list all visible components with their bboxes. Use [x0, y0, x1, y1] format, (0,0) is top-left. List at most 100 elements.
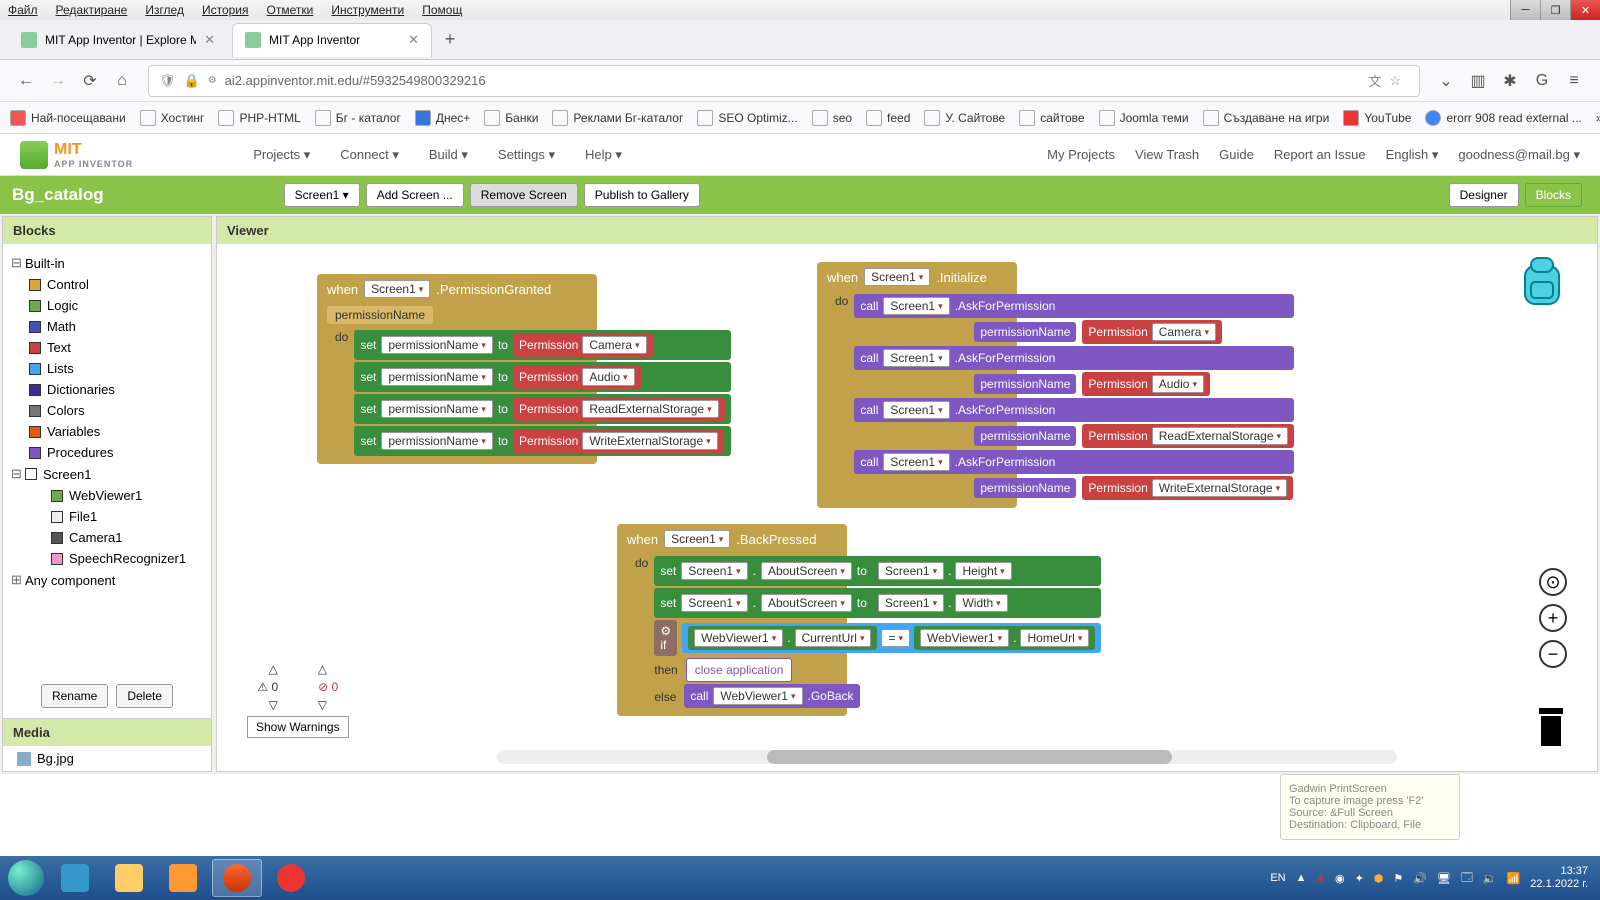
tree-anycomponent[interactable]: ⊞Any component: [11, 569, 203, 591]
kw-if[interactable]: ⚙ if: [654, 620, 677, 656]
menu-help[interactable]: Помощ: [422, 3, 462, 17]
gtranslate-icon[interactable]: G: [1526, 65, 1558, 97]
tray-icon[interactable]: ▲: [1296, 872, 1307, 884]
translate-icon[interactable]: 文: [1368, 71, 1381, 90]
tab-explore[interactable]: MIT App Inventor | Explore MIT ✕: [8, 23, 228, 57]
close-button[interactable]: ✕: [1570, 0, 1600, 20]
tray-icon[interactable]: 🗔: [1461, 869, 1473, 888]
rename-button[interactable]: Rename: [41, 684, 108, 708]
bookmark-item[interactable]: Хостинг: [140, 110, 205, 126]
star-icon[interactable]: ☆: [1389, 73, 1401, 89]
lang-indicator[interactable]: EN: [1270, 872, 1285, 884]
tab-close-icon[interactable]: ✕: [408, 32, 419, 48]
set-row[interactable]: setpermissionNametoPermission Camera: [354, 330, 730, 360]
menu-account[interactable]: goodness@mail.bg ▾: [1458, 147, 1580, 163]
bookmark-item[interactable]: Създаване на игри: [1203, 110, 1330, 126]
blocks-button[interactable]: Blocks: [1525, 183, 1582, 207]
call-goback[interactable]: call WebViewer1 .GoBack: [684, 684, 859, 708]
bookmark-item[interactable]: seo: [812, 110, 852, 126]
menu-view[interactable]: Изглед: [145, 3, 184, 17]
set-row[interactable]: setpermissionNametoPermission WriteExter…: [354, 426, 730, 456]
menu-history[interactable]: История: [202, 3, 249, 17]
tree-procedures[interactable]: Procedures: [11, 442, 203, 463]
bookmark-item[interactable]: erorr 908 read external ...: [1425, 110, 1581, 126]
bookmark-item[interactable]: feed: [866, 110, 910, 126]
bookmark-item[interactable]: PHP-HTML: [218, 110, 300, 126]
set-row[interactable]: setScreen1.AboutScreentoScreen1.Height: [654, 556, 1101, 586]
designer-button[interactable]: Designer: [1449, 183, 1519, 207]
bookmark-item[interactable]: Днес+: [415, 110, 470, 126]
dd-screen[interactable]: Screen1: [864, 268, 930, 286]
center-button[interactable]: ⊙: [1539, 568, 1567, 596]
tree-colors[interactable]: Colors: [11, 400, 203, 421]
tree-lists[interactable]: Lists: [11, 358, 203, 379]
link-guide[interactable]: Guide: [1219, 147, 1254, 162]
menu-help-app[interactable]: Help ▾: [585, 147, 622, 163]
nav-down-icon[interactable]: ▽: [269, 698, 278, 712]
tree-file[interactable]: File1: [11, 506, 203, 527]
tree-logic[interactable]: Logic: [11, 295, 203, 316]
home-button[interactable]: ⌂: [106, 65, 138, 97]
bookmark-item[interactable]: У. Сайтове: [924, 110, 1005, 126]
call-row[interactable]: callScreen1.AskForPermission: [854, 346, 1294, 370]
menu-build[interactable]: Build ▾: [429, 147, 468, 163]
set-row[interactable]: setpermissionNametoPermission Audio: [354, 362, 730, 392]
new-tab-button[interactable]: +: [436, 26, 464, 54]
remove-screen-button[interactable]: Remove Screen: [470, 183, 578, 207]
call-row[interactable]: callScreen1.AskForPermission: [854, 398, 1294, 422]
call-row[interactable]: callScreen1.AskForPermission: [854, 450, 1294, 474]
reload-button[interactable]: ⟳: [74, 65, 106, 97]
tree-webviewer[interactable]: WebViewer1: [11, 485, 203, 506]
zoom-in-button[interactable]: +: [1539, 604, 1567, 632]
bookmarks-overflow[interactable]: »: [1596, 111, 1600, 125]
tree-text[interactable]: Text: [11, 337, 203, 358]
blocks-canvas[interactable]: when Screen1 .PermissionGranted permissi…: [217, 244, 1597, 768]
reader-icon[interactable]: ▥: [1462, 65, 1494, 97]
menu-language[interactable]: English ▾: [1386, 147, 1439, 163]
call-row[interactable]: callScreen1.AskForPermission: [854, 294, 1294, 318]
block-initialize[interactable]: when Screen1 .Initialize do callScreen1.…: [817, 262, 1017, 508]
bookmark-item[interactable]: SEO Optimiz...: [697, 110, 797, 126]
tray-icon[interactable]: ◈: [1316, 872, 1324, 885]
url-bar[interactable]: 🛡 🔒 ⚙ ai2.appinventor.mit.edu/#593254980…: [148, 65, 1420, 97]
bookmark-item[interactable]: Реклами Бг-каталог: [552, 110, 683, 126]
nav-up-icon[interactable]: △: [269, 662, 278, 676]
media-item[interactable]: Bg.jpg: [3, 746, 211, 771]
bookmark-item[interactable]: YouTube: [1343, 110, 1411, 126]
tree-speech[interactable]: SpeechRecognizer1: [11, 548, 203, 569]
bookmark-item[interactable]: Най-посещавани: [10, 110, 126, 126]
tray-icon[interactable]: 🔉: [1483, 872, 1497, 885]
pocket-icon[interactable]: ⌄: [1430, 65, 1462, 97]
set-row[interactable]: setpermissionNametoPermission ReadExtern…: [354, 394, 730, 424]
tree-camera[interactable]: Camera1: [11, 527, 203, 548]
menu-bookmarks[interactable]: Отметки: [267, 3, 314, 17]
block-permission-granted[interactable]: when Screen1 .PermissionGranted permissi…: [317, 274, 597, 464]
menu-connect[interactable]: Connect ▾: [340, 147, 399, 163]
tray-icon[interactable]: ✦: [1355, 872, 1364, 885]
taskbar-mediaplayer[interactable]: [158, 859, 208, 897]
extensions-icon[interactable]: ✱: [1494, 65, 1526, 97]
link-viewtrash[interactable]: View Trash: [1135, 147, 1199, 162]
publish-button[interactable]: Publish to Gallery: [584, 183, 700, 207]
trash-icon[interactable]: [1535, 708, 1567, 748]
bookmark-item[interactable]: Joomla теми: [1099, 110, 1189, 126]
set-row[interactable]: setScreen1.AboutScreentoScreen1.Width: [654, 588, 1101, 618]
horizontal-scrollbar[interactable]: [497, 750, 1397, 764]
logo[interactable]: MIT APP INVENTOR: [20, 141, 133, 169]
tray-icon[interactable]: ⚑: [1393, 872, 1403, 885]
tree-control[interactable]: Control: [11, 274, 203, 295]
forward-button[interactable]: →: [42, 65, 74, 97]
tree-screen1[interactable]: ⊟Screen1: [11, 463, 203, 485]
backpack-icon[interactable]: [1517, 254, 1567, 309]
zoom-out-button[interactable]: −: [1539, 640, 1567, 668]
back-button[interactable]: ←: [10, 65, 42, 97]
bookmark-item[interactable]: сайтове: [1019, 110, 1084, 126]
maximize-button[interactable]: ❐: [1540, 0, 1570, 20]
menu-settings[interactable]: Settings ▾: [498, 147, 555, 163]
tree-dictionaries[interactable]: Dictionaries: [11, 379, 203, 400]
tree-variables[interactable]: Variables: [11, 421, 203, 442]
dd-screen[interactable]: Screen1: [364, 280, 430, 298]
taskbar-explorer[interactable]: [104, 859, 154, 897]
menu-projects[interactable]: Projects ▾: [253, 147, 310, 163]
menu-edit[interactable]: Редактиране: [56, 3, 128, 17]
